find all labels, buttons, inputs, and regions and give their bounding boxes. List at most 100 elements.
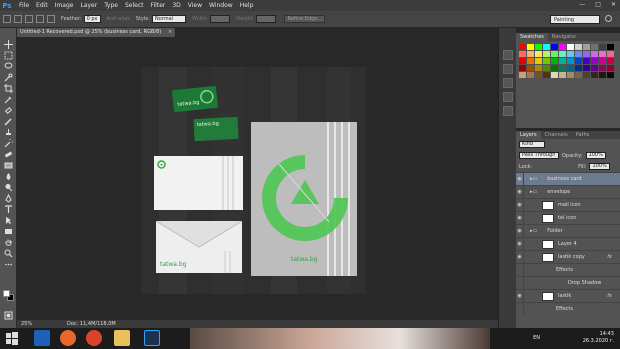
rectangle-tool-icon[interactable] — [4, 227, 13, 236]
color-swatch[interactable] — [559, 58, 566, 64]
color-swatch[interactable] — [527, 72, 534, 78]
eye-icon[interactable] — [516, 302, 524, 316]
brush-panel-icon[interactable] — [503, 78, 513, 88]
width-input[interactable] — [210, 15, 231, 23]
history-panel-icon[interactable] — [503, 50, 513, 60]
color-swatch[interactable] — [599, 65, 606, 71]
blur-tool-icon[interactable] — [4, 172, 13, 181]
lasso-tool-icon[interactable] — [4, 62, 13, 71]
color-swatch[interactable] — [543, 65, 550, 71]
close-tab-icon[interactable]: × — [168, 29, 172, 35]
color-swatch[interactable] — [543, 44, 550, 50]
color-swatch[interactable] — [575, 44, 582, 50]
color-swatch[interactable] — [551, 65, 558, 71]
layer-effect-row[interactable]: Effects — [516, 263, 620, 277]
layer-row[interactable]: ◉ Layer 4 — [516, 237, 620, 251]
color-swatch[interactable] — [567, 58, 574, 64]
minimize-button[interactable]: — — [579, 1, 585, 8]
color-swatch[interactable] — [591, 72, 598, 78]
language-indicator[interactable]: EN — [533, 335, 540, 341]
color-swatch[interactable] — [583, 51, 590, 57]
subtract-selection-icon[interactable] — [36, 15, 44, 23]
tab-navigator[interactable]: Navigator — [548, 34, 580, 40]
color-swatch[interactable] — [583, 72, 590, 78]
chrome-icon[interactable] — [86, 330, 102, 346]
menu-3d[interactable]: 3D — [172, 2, 180, 9]
dodge-tool-icon[interactable] — [4, 183, 13, 192]
layer-row[interactable]: ◉ tel icon — [516, 211, 620, 225]
zoom-level[interactable]: 25% — [17, 321, 37, 327]
color-swatch[interactable] — [535, 58, 542, 64]
color-swatch[interactable] — [551, 58, 558, 64]
blend-mode-select[interactable]: Pass Through — [519, 152, 559, 159]
color-swatch[interactable] — [575, 72, 582, 78]
menu-filter[interactable]: Filter — [151, 2, 166, 9]
color-swatch[interactable] — [519, 58, 526, 64]
eye-icon[interactable]: ◉ — [516, 237, 524, 251]
color-swatch[interactable] — [559, 51, 566, 57]
color-swatch[interactable] — [567, 51, 574, 57]
properties-panel-icon[interactable] — [503, 64, 513, 74]
tab-paths[interactable]: Paths — [572, 132, 594, 138]
color-swatch[interactable] — [527, 51, 534, 57]
pen-tool-icon[interactable] — [4, 193, 13, 203]
color-swatch[interactable] — [527, 65, 534, 71]
color-swatch[interactable] — [535, 51, 542, 57]
folder-icon[interactable]: ▸▭ — [530, 176, 537, 182]
file-explorer-icon[interactable] — [114, 330, 130, 346]
eye-icon[interactable]: ◉ — [516, 185, 524, 199]
color-swatch[interactable] — [527, 58, 534, 64]
gradient-tool-icon[interactable] — [4, 161, 13, 170]
color-swatch[interactable] — [575, 51, 582, 57]
color-swatch[interactable] — [543, 72, 550, 78]
eye-icon[interactable]: ◉ — [516, 198, 524, 212]
brush-tool-icon[interactable] — [4, 117, 13, 126]
layer-row[interactable]: ◉ lastik copy fx — [516, 250, 620, 264]
layer-effect-row[interactable]: Drop Shadow — [516, 276, 620, 290]
eraser-tool-icon[interactable] — [4, 150, 13, 159]
history-brush-tool-icon[interactable] — [4, 137, 15, 148]
search-icon[interactable] — [605, 15, 612, 22]
start-button[interactable] — [4, 330, 20, 346]
color-swatch[interactable] — [559, 65, 566, 71]
eye-icon[interactable]: ◉ — [516, 211, 524, 225]
document-canvas[interactable]: tatwa.bg tatwa.bg tatwa.bg tatwa.bg — [141, 67, 366, 294]
color-swatch[interactable] — [559, 44, 566, 50]
menu-window[interactable]: Window — [209, 2, 233, 9]
menu-file[interactable]: File — [19, 2, 29, 9]
eye-icon[interactable]: ◉ — [516, 172, 524, 186]
color-swatch[interactable] — [575, 65, 582, 71]
color-swatch[interactable] — [607, 72, 614, 78]
quick-selection-tool-icon[interactable] — [4, 73, 13, 82]
color-swatch[interactable] — [591, 58, 598, 64]
color-swatch[interactable] — [551, 72, 558, 78]
system-clock[interactable]: 14:43 26.3.2020 г. — [583, 331, 614, 345]
color-swatch[interactable] — [607, 58, 614, 64]
color-swatch[interactable] — [583, 65, 590, 71]
add-selection-icon[interactable] — [25, 15, 33, 23]
new-selection-icon[interactable] — [14, 15, 22, 23]
feather-input[interactable]: 0 px — [83, 15, 101, 23]
character-panel-icon[interactable] — [503, 92, 513, 102]
color-swatch[interactable] — [519, 65, 526, 71]
layer-row[interactable]: ◉ ▸▭ envelope — [516, 185, 620, 199]
hand-tool-icon[interactable] — [4, 238, 13, 247]
quick-mask-icon[interactable] — [4, 311, 13, 320]
layer-row[interactable]: ◉ lastik fx — [516, 289, 620, 303]
eyedropper-tool-icon[interactable] — [4, 95, 13, 104]
menu-edit[interactable]: Edit — [36, 2, 48, 9]
workspace-select[interactable]: Painting — [550, 15, 600, 24]
eye-icon[interactable] — [516, 263, 524, 277]
tab-swatches[interactable]: Swatches — [516, 33, 548, 41]
eye-icon[interactable]: ◉ — [516, 250, 524, 264]
photoshop-taskbar-icon[interactable] — [144, 330, 160, 346]
firefox-icon[interactable] — [60, 330, 76, 346]
layer-row[interactable]: ◉ mail icon — [516, 198, 620, 212]
layer-row[interactable]: ◉ ▸▭ business card — [516, 172, 620, 186]
opacity-input[interactable]: 100% — [585, 152, 606, 159]
marquee-tool-preset-icon[interactable] — [3, 15, 11, 23]
type-tool-icon[interactable] — [4, 205, 13, 214]
color-swatch[interactable] — [519, 72, 526, 78]
color-swatch[interactable] — [543, 58, 550, 64]
folder-icon[interactable]: ▸▭ — [530, 189, 537, 195]
